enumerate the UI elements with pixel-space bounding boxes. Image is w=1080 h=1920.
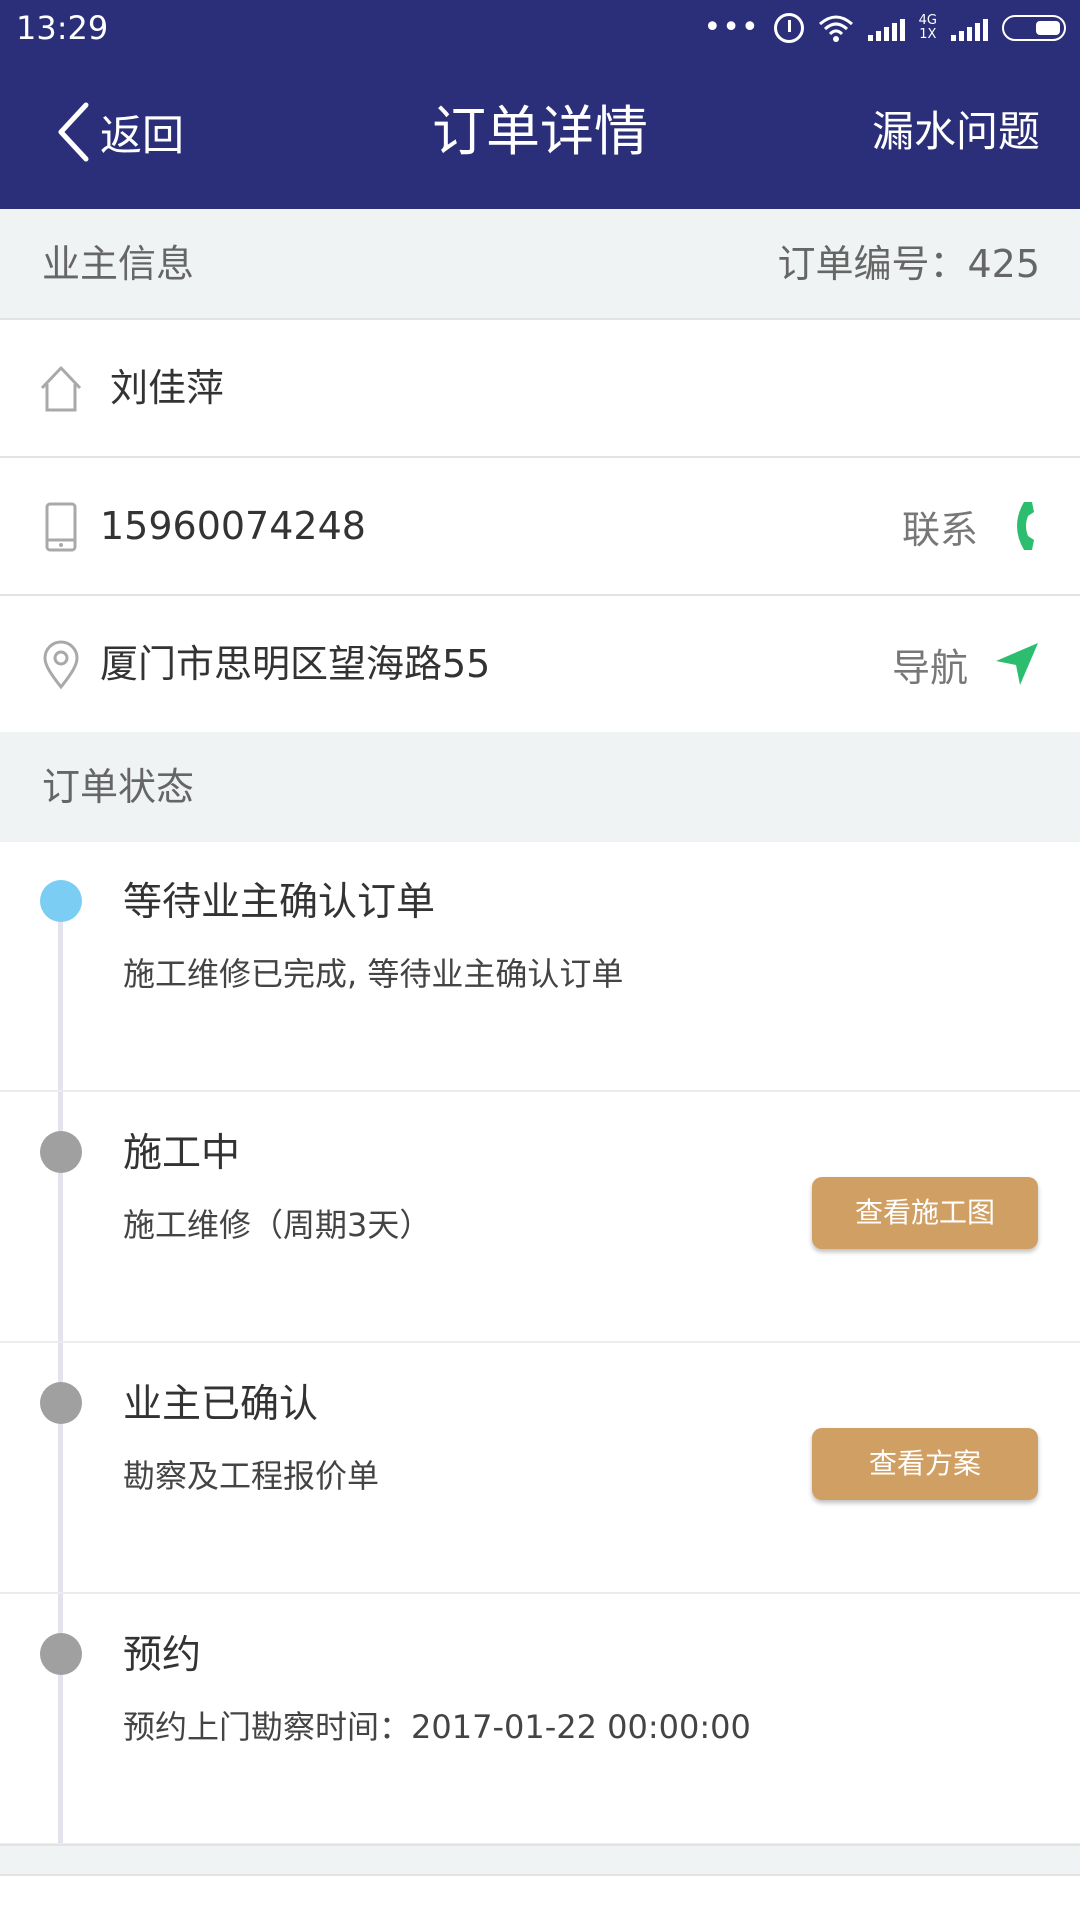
network-type-label: 4G 1X bbox=[918, 13, 937, 42]
next-section-card bbox=[0, 1874, 1080, 1920]
contact-label: 联系 bbox=[901, 507, 978, 552]
timeline-title: 业主已确认 bbox=[123, 1382, 319, 1427]
timeline-dot-active bbox=[40, 880, 82, 922]
leak-issue-button[interactable]: 漏水问题 bbox=[872, 102, 1040, 162]
wifi-icon bbox=[818, 15, 853, 42]
owner-name: 刘佳萍 bbox=[110, 366, 225, 410]
signal-1-icon bbox=[867, 15, 905, 41]
timeline-title: 预约 bbox=[123, 1633, 202, 1678]
timeline-title: 施工中 bbox=[123, 1131, 241, 1176]
navigate-label: 导航 bbox=[891, 645, 968, 690]
navigation-arrow-icon bbox=[996, 643, 1038, 685]
status-icons: ••• 4G 1X bbox=[704, 8, 1066, 48]
more-dots-icon: ••• bbox=[703, 10, 760, 45]
alarm-icon bbox=[773, 13, 804, 43]
timeline-desc: 预约上门勘察时间：2017-01-22 00:00:00 bbox=[123, 1708, 751, 1746]
owner-name-row: 刘佳萍 bbox=[0, 318, 1080, 456]
nav-bar: 返回 订单详情 漏水问题 bbox=[0, 56, 1080, 209]
timeline-title: 等待业主确认订单 bbox=[123, 880, 436, 925]
timeline-item: 等待业主确认订单 施工维修已完成, 等待业主确认订单 bbox=[0, 842, 1080, 1092]
home-icon bbox=[40, 366, 82, 412]
section-divider bbox=[0, 1844, 1080, 1874]
owner-info-title: 业主信息 bbox=[42, 242, 195, 286]
view-plan-button[interactable]: 查看方案 bbox=[812, 1428, 1038, 1500]
owner-address-row: 厦门市思明区望海路55 导航 bbox=[0, 594, 1080, 732]
timeline-dot bbox=[40, 1131, 82, 1173]
owner-info-header: 业主信息 订单编号：425 bbox=[0, 209, 1080, 319]
order-status-header: 订单状态 bbox=[0, 732, 1080, 842]
phone-handset-icon bbox=[1017, 502, 1034, 550]
signal-2-icon bbox=[951, 15, 988, 41]
owner-phone-row: 15960074248 联系 bbox=[0, 456, 1080, 594]
status-time: 13:29 bbox=[16, 9, 109, 47]
contact-button[interactable]: 联系 bbox=[902, 458, 1040, 594]
order-status-title: 订单状态 bbox=[42, 765, 195, 809]
status-bar: 13:29 ••• 4G 1X bbox=[0, 0, 1080, 56]
timeline-item: 预约 预约上门勘察时间：2017-01-22 00:00:00 bbox=[0, 1595, 1080, 1845]
timeline-desc: 勘察及工程报价单 bbox=[123, 1457, 380, 1495]
timeline-desc: 施工维修已完成, 等待业主确认订单 bbox=[123, 955, 624, 993]
timeline-item: 业主已确认 勘察及工程报价单 查看方案 bbox=[0, 1344, 1080, 1594]
battery-icon bbox=[1002, 15, 1066, 41]
owner-address: 厦门市思明区望海路55 bbox=[100, 642, 491, 686]
timeline-dot bbox=[40, 1382, 82, 1424]
navigate-button[interactable]: 导航 bbox=[892, 596, 1040, 732]
timeline-item: 施工中 施工维修（周期3天） 查看施工图 bbox=[0, 1093, 1080, 1343]
view-construction-drawing-button[interactable]: 查看施工图 bbox=[812, 1177, 1038, 1249]
location-pin-icon bbox=[43, 640, 79, 690]
mobile-phone-icon bbox=[45, 502, 77, 552]
owner-phone: 15960074248 bbox=[100, 504, 366, 548]
timeline-dot bbox=[40, 1633, 82, 1675]
timeline-desc: 施工维修（周期3天） bbox=[123, 1206, 432, 1244]
order-number: 订单编号：425 bbox=[777, 242, 1040, 286]
